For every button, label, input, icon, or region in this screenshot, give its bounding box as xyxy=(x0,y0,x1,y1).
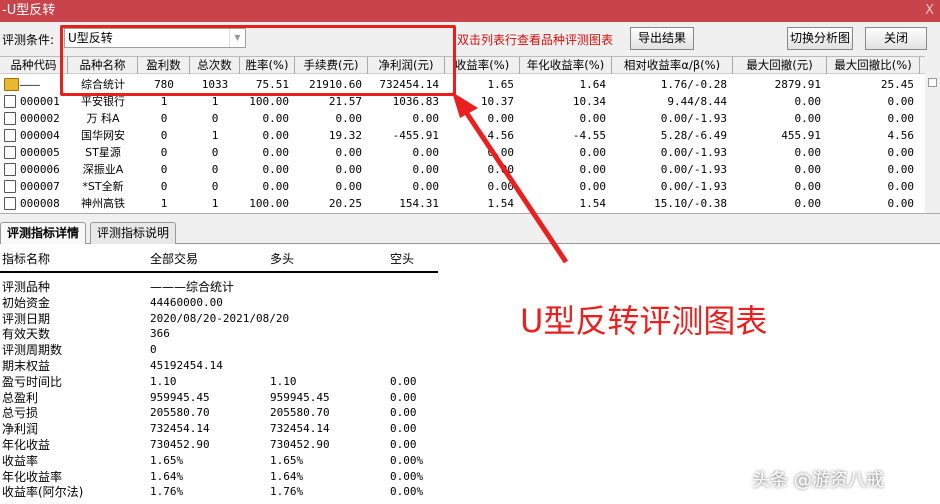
annotation-caption: U型反转评测图表 xyxy=(520,302,768,340)
arrow-icon xyxy=(452,92,569,264)
watermark: 头条 @游资八戒 xyxy=(752,470,884,491)
